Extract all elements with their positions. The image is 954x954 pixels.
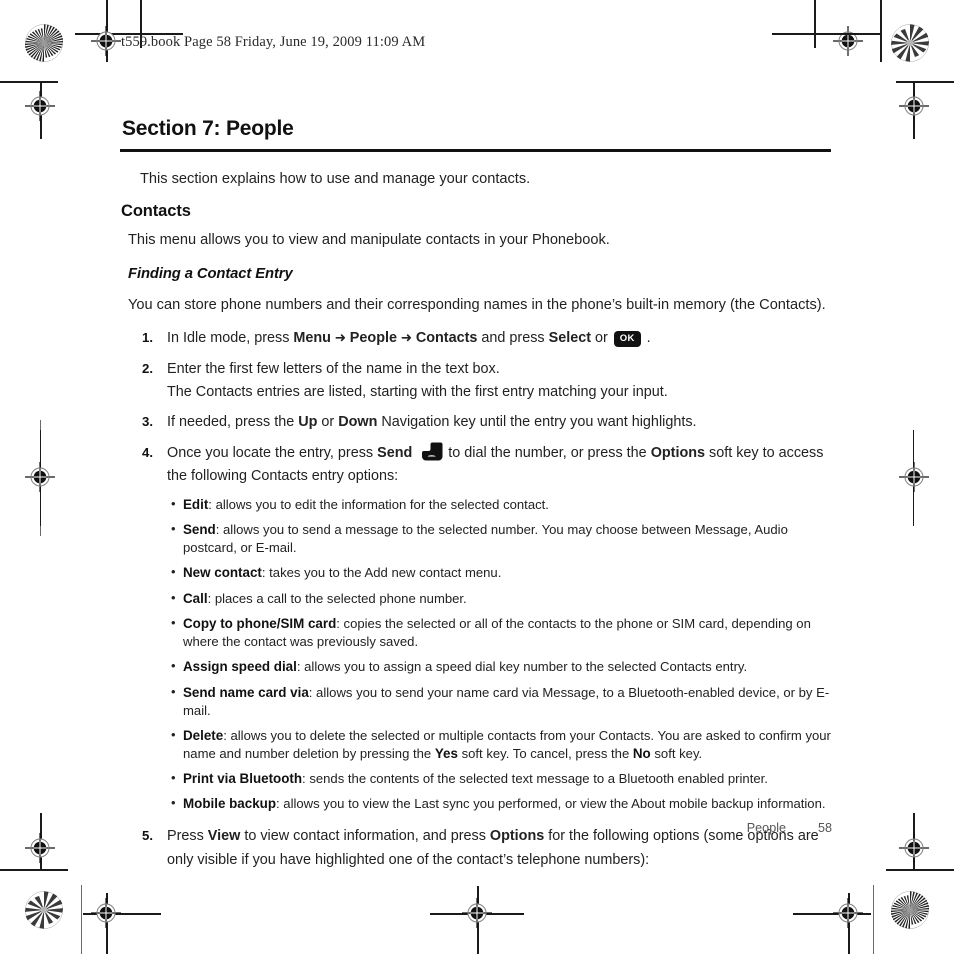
star-density-target-icon: [891, 24, 929, 62]
numbered-step: 3. If needed, press the Up or Down Naviga…: [120, 411, 832, 434]
star-density-target-icon: [891, 891, 929, 929]
registration-target-icon: [25, 833, 55, 863]
finding-intro: You can store phone numbers and their co…: [128, 296, 826, 313]
page-title: Section 7: People: [122, 117, 294, 140]
list-item: Delete: allows you to delete the selecte…: [120, 726, 832, 763]
numbered-step: 2. Enter the first few letters of the nam…: [120, 358, 832, 405]
registration-target-icon: [899, 833, 929, 863]
option-term: Delete: [183, 727, 224, 743]
step-text: Once you locate the entry, press Send to …: [167, 442, 823, 484]
registration-target-icon: [833, 26, 863, 56]
emphasis-term: Down: [338, 414, 378, 431]
registration-target-icon: [833, 898, 863, 928]
list-item: Send: allows you to send a message to th…: [120, 520, 832, 556]
file-stamp: t559.book Page 58 Friday, June 19, 2009 …: [121, 34, 426, 50]
emphasis-term: Menu: [293, 330, 331, 347]
footer-section-name: People: [746, 821, 786, 835]
star-density-target-icon: [25, 24, 63, 62]
send-key-icon: [419, 442, 443, 461]
title-divider: [120, 149, 831, 153]
numbered-step: 4. Once you locate the entry, press Send t…: [120, 442, 832, 489]
emphasis-term: Contacts: [415, 330, 478, 347]
contacts-intro: This menu allows you to view and manipul…: [128, 231, 610, 248]
registration-target-icon: [899, 91, 929, 121]
registration-target-icon: [91, 898, 121, 928]
section-intro: This section explains how to use and man…: [140, 171, 531, 188]
arrow-separator-icon: ➜: [396, 330, 416, 346]
registration-target-icon: [25, 462, 55, 492]
emphasis-term: Options: [650, 444, 706, 461]
step-text: If needed, press the Up or Down Navigati…: [167, 414, 697, 431]
page-content: t559.book Page 58 Friday, June 19, 2009 …: [120, 34, 832, 872]
registration-target-icon: [899, 462, 929, 492]
list-item: Call: places a call to the selected phon…: [120, 589, 832, 608]
list-item: New contact: takes you to the Add new co…: [120, 563, 832, 582]
footer-page-number: 58: [817, 821, 832, 835]
step-number: 3.: [142, 414, 153, 430]
step-text: In Idle mode, press Menu ➜ People ➜ Cont…: [167, 330, 651, 347]
emphasis-term: Up: [298, 414, 318, 431]
list-item: Send name card via: allows you to send y…: [120, 683, 832, 719]
list-item: Copy to phone/SIM card: copies the selec…: [120, 614, 832, 650]
emphasis-term: People: [349, 330, 397, 347]
emphasis-term: No: [632, 745, 651, 761]
option-term: Copy to phone/SIM card: [183, 616, 337, 632]
option-term: Mobile backup: [183, 796, 277, 812]
numbered-steps-list: 1. In Idle mode, press Menu ➜ People ➜ Co…: [120, 327, 832, 488]
contacts-options-bullet-list: Edit: allows you to edit the information…: [120, 495, 832, 814]
list-item: Assign speed dial: allows you to assign …: [120, 657, 832, 676]
heading-contacts: Contacts: [121, 201, 191, 220]
ok-key-icon: OK: [613, 331, 641, 347]
step-number: 2.: [142, 360, 153, 376]
registration-target-icon: [462, 898, 492, 928]
registration-target-icon: [91, 26, 121, 56]
option-term: New contact: [183, 565, 262, 581]
option-term: Print via Bluetooth: [183, 770, 303, 786]
step-text: Enter the first few letters of the name …: [167, 360, 500, 377]
list-item: Print via Bluetooth: sends the contents …: [120, 769, 832, 788]
step-continuation-text: The Contacts entries are listed, startin…: [167, 384, 668, 400]
emphasis-term: Send: [377, 444, 413, 461]
list-item: Mobile backup: allows you to view the La…: [120, 794, 832, 813]
option-term: Send: [183, 522, 216, 538]
option-term: Send name card via: [183, 684, 309, 700]
subheading-finding-a-contact-entry: Finding a Contact Entry: [128, 265, 293, 282]
star-density-target-icon: [25, 891, 63, 929]
emphasis-term: Select: [548, 330, 591, 347]
step-number: 1.: [142, 330, 153, 346]
emphasis-term: Yes: [434, 745, 458, 761]
page-footer: People 58: [120, 821, 832, 835]
list-item: Edit: allows you to edit the information…: [120, 495, 832, 514]
registration-target-icon: [25, 91, 55, 121]
arrow-separator-icon: ➜: [330, 330, 350, 346]
step-number: 4.: [142, 444, 153, 460]
option-term: Call: [183, 590, 208, 606]
numbered-step: 1. In Idle mode, press Menu ➜ People ➜ Co…: [120, 327, 832, 350]
option-term: Assign speed dial: [183, 659, 297, 675]
option-term: Edit: [183, 496, 209, 512]
